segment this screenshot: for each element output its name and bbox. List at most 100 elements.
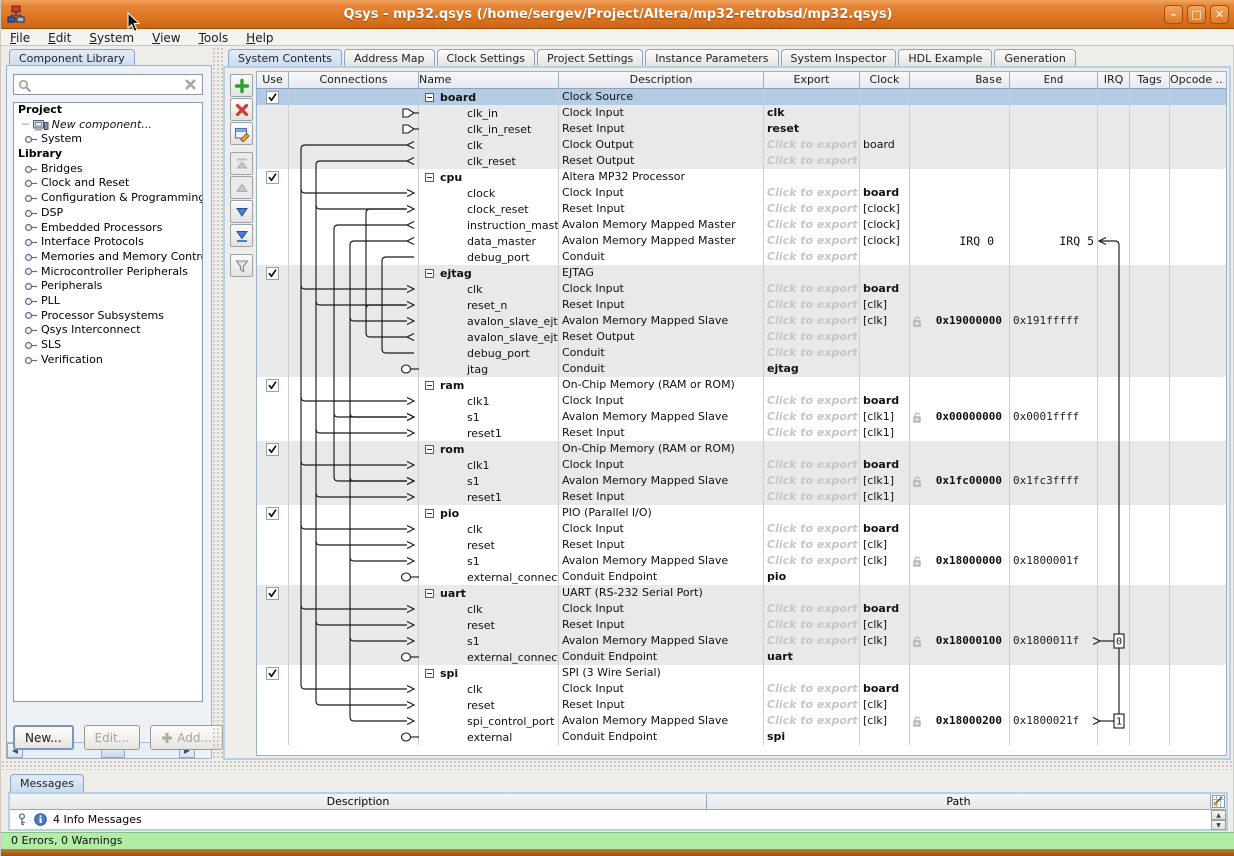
table-row-clk1[interactable]: clk1Clock InputClick to exportboard [257, 393, 1226, 409]
remove-button[interactable] [230, 98, 253, 121]
edit-button[interactable] [230, 122, 253, 145]
base-cell[interactable] [910, 585, 1010, 601]
name-cell[interactable]: reset_n [419, 297, 559, 313]
clock-cell[interactable]: [clk] [860, 537, 910, 553]
col-header-irq[interactable]: IRQ [1098, 72, 1130, 88]
base-cell[interactable] [910, 601, 1010, 617]
use-checkbox[interactable] [266, 443, 279, 456]
name-cell[interactable]: avalon_slave_ejtag [419, 313, 559, 329]
collapse-icon[interactable] [425, 173, 434, 182]
export-cell[interactable]: pio [764, 569, 860, 585]
tree-branch-icon[interactable] [24, 223, 38, 232]
clock-cell[interactable] [860, 105, 910, 121]
irq-cell[interactable] [1098, 505, 1130, 521]
table-row-reset_n[interactable]: reset_nReset InputClick to export[clk] [257, 297, 1226, 313]
name-cell[interactable]: avalon_slave_ejtag_reset [419, 329, 559, 345]
tree-item-pll[interactable]: PLL [14, 294, 202, 309]
click-to-export[interactable]: Click to export [767, 697, 856, 712]
clock-cell[interactable] [860, 505, 910, 521]
click-to-export[interactable]: Click to export [767, 281, 856, 296]
use-checkbox[interactable] [266, 171, 279, 184]
table-row-avalon_slave_ejtag[interactable]: avalon_slave_ejtagAvalon Memory Mapped S… [257, 313, 1226, 329]
col-header-opcode[interactable]: Opcode ... [1170, 72, 1222, 88]
clear-search-icon[interactable] [184, 78, 197, 91]
table-row-clk_reset[interactable]: clk_resetReset OutputClick to export [257, 153, 1226, 169]
click-to-export[interactable]: Click to export [767, 185, 856, 200]
irq-cell[interactable] [1098, 201, 1130, 217]
irq-cell[interactable] [1098, 553, 1130, 569]
irq-cell[interactable] [1098, 585, 1130, 601]
tab-system-contents[interactable]: System Contents [228, 49, 342, 67]
connections-cell[interactable] [289, 233, 419, 249]
export-cell[interactable]: Click to export [764, 681, 860, 697]
tree-branch-icon[interactable] [24, 267, 38, 276]
clock-cell[interactable] [860, 89, 910, 105]
irq-cell[interactable] [1098, 681, 1130, 697]
clock-cell[interactable]: [clk] [860, 553, 910, 569]
connections-cell[interactable] [289, 585, 419, 601]
name-cell[interactable]: clk [419, 601, 559, 617]
clock-cell[interactable] [860, 729, 910, 745]
clock-cell[interactable] [860, 649, 910, 665]
name-cell[interactable]: uart [419, 585, 559, 601]
export-cell[interactable]: Click to export [764, 329, 860, 345]
irq-cell[interactable] [1098, 569, 1130, 585]
name-cell[interactable]: reset1 [419, 425, 559, 441]
base-cell[interactable] [910, 185, 1010, 201]
clock-cell[interactable] [860, 569, 910, 585]
export-cell[interactable] [764, 585, 860, 601]
base-cell[interactable] [910, 89, 1010, 105]
export-cell[interactable]: Click to export [764, 297, 860, 313]
message-row[interactable]: 4 Info Messages [10, 810, 1226, 828]
table-row-rom[interactable]: romOn-Chip Memory (RAM or ROM) [257, 441, 1226, 457]
base-cell[interactable]: 0x18000100 [910, 633, 1010, 649]
export-cell[interactable]: Click to export [764, 489, 860, 505]
connections-cell[interactable] [289, 505, 419, 521]
base-cell[interactable] [910, 169, 1010, 185]
tree-item-clock-and-reset[interactable]: Clock and Reset [14, 176, 202, 191]
clock-cell[interactable]: [clock] [860, 201, 910, 217]
export-cell[interactable]: Click to export [764, 425, 860, 441]
tree-branch-icon[interactable] [24, 311, 38, 320]
name-cell[interactable]: jtag [419, 361, 559, 377]
click-to-export[interactable]: Click to export [767, 537, 856, 552]
tree-branch-icon[interactable] [24, 179, 38, 188]
tree-item-bridges[interactable]: Bridges [14, 162, 202, 177]
clock-cell[interactable]: [clk1] [860, 425, 910, 441]
irq-cell[interactable] [1098, 377, 1130, 393]
connections-cell[interactable] [289, 633, 419, 649]
table-row-clk[interactable]: clkClock InputClick to exportboard [257, 601, 1226, 617]
clock-cell[interactable] [860, 441, 910, 457]
connections-cell[interactable] [289, 441, 419, 457]
irq-cell[interactable] [1098, 713, 1130, 729]
table-row-reset1[interactable]: reset1Reset InputClick to export[clk1] [257, 489, 1226, 505]
name-cell[interactable]: reset [419, 697, 559, 713]
col-header-tags[interactable]: Tags [1130, 72, 1170, 88]
use-cell[interactable] [257, 169, 289, 185]
table-row-data_master[interactable]: data_masterAvalon Memory Mapped MasterCl… [257, 233, 1226, 249]
base-cell[interactable] [910, 345, 1010, 361]
click-to-export[interactable]: Click to export [767, 217, 856, 232]
name-cell[interactable]: clk_in [419, 105, 559, 121]
export-cell[interactable]: Click to export [764, 233, 860, 249]
table-row-clk_in[interactable]: clk_inClock Inputclk [257, 105, 1226, 121]
irq-cell[interactable] [1098, 217, 1130, 233]
table-row-s1[interactable]: s1Avalon Memory Mapped SlaveClick to exp… [257, 633, 1226, 649]
name-cell[interactable]: clock [419, 185, 559, 201]
export-cell[interactable]: ejtag [764, 361, 860, 377]
messages-scroll-down-icon[interactable]: ▼ [1211, 820, 1226, 830]
collapse-icon[interactable] [425, 589, 434, 598]
irq-cell[interactable] [1098, 537, 1130, 553]
click-to-export[interactable]: Click to export [767, 329, 856, 344]
clock-cell[interactable]: [clk] [860, 617, 910, 633]
irq-cell[interactable] [1098, 409, 1130, 425]
tree-branch-icon[interactable] [24, 135, 38, 144]
table-row-jtag[interactable]: jtagConduitejtag [257, 361, 1226, 377]
export-cell[interactable]: Click to export [764, 521, 860, 537]
connections-cell[interactable] [289, 105, 419, 121]
clock-cell[interactable]: board [860, 681, 910, 697]
base-cell[interactable] [910, 265, 1010, 281]
close-button[interactable]: ✕ [1210, 5, 1229, 24]
tree-item-qsys-interconnect[interactable]: Qsys Interconnect [14, 323, 202, 338]
name-cell[interactable]: s1 [419, 473, 559, 489]
